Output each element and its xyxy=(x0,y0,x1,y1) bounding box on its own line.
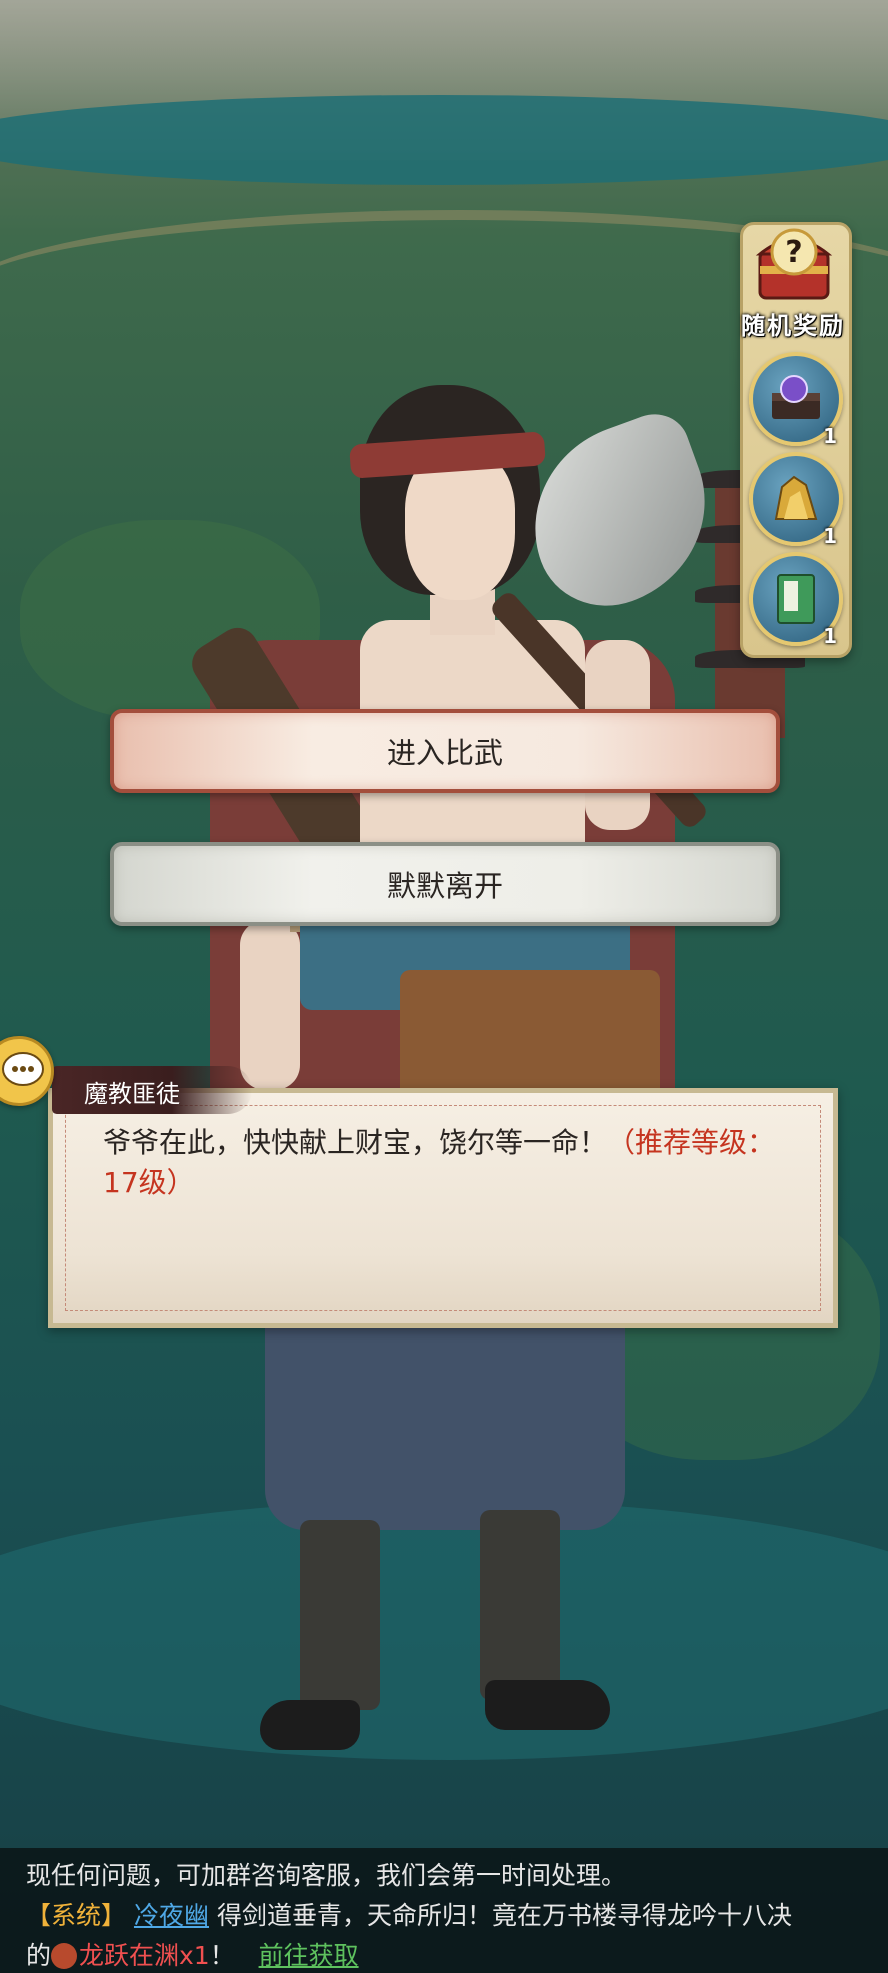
broadcast-prefix: 的 xyxy=(26,1941,52,1970)
system-tag: 【系统】 xyxy=(26,1901,127,1930)
svg-text:?: ? xyxy=(785,235,802,270)
item-mini-icon xyxy=(51,1943,78,1969)
broadcast-text: 得剑道垂青，天命所归！竟在万书楼寻得龙吟十八决 xyxy=(216,1901,792,1930)
enter-duel-button[interactable]: 进入比武 xyxy=(110,709,780,793)
dialog-box[interactable]: 爷爷在此，快快献上财宝，饶尔等一命！（推荐等级：17级） xyxy=(48,1088,838,1328)
reward-panel-title: 随机奖励 xyxy=(741,312,845,340)
system-broadcast-line-2: 的龙跃在渊x1！ 前往获取 xyxy=(26,1936,359,1972)
chat-bubble-icon xyxy=(2,1052,44,1086)
game-scene: ? 随机奖励 1 1 1 进入比武 默默离开 爷爷在此，快快献上财宝，饶尔等一命… xyxy=(0,0,888,1973)
item-name[interactable]: 龙跃在渊x1 xyxy=(79,1941,210,1970)
reward-item-orb-chest[interactable]: 1 xyxy=(749,352,843,448)
reward-item-book[interactable]: 1 xyxy=(749,552,843,648)
reward-item-gold-ore[interactable]: 1 xyxy=(749,452,843,548)
leave-quietly-button[interactable]: 默默离开 xyxy=(110,842,780,926)
mystery-chest-icon[interactable]: ? xyxy=(752,222,836,306)
player-name-link[interactable]: 冷夜幽 xyxy=(134,1901,209,1930)
chat-button[interactable] xyxy=(0,1036,54,1106)
reward-count: 1 xyxy=(823,624,837,648)
system-notice-line: 现任何问题，可加群咨询客服，我们会第一时间处理。 xyxy=(26,1861,627,1890)
reward-count: 1 xyxy=(823,524,837,548)
system-message-bar: 现任何问题，可加群咨询客服，我们会第一时间处理。 【系统】 冷夜幽 得剑道垂青，… xyxy=(0,1848,888,1973)
green-book-icon xyxy=(777,574,815,624)
speaker-name: 魔教匪徒 xyxy=(84,1080,180,1108)
gold-ore-icon xyxy=(774,475,818,520)
system-broadcast-line: 【系统】 冷夜幽 得剑道垂青，天命所归！竟在万书楼寻得龙吟十八决 xyxy=(26,1896,792,1932)
broadcast-exclaim: ！ xyxy=(209,1941,235,1970)
treasure-chest-orb-icon xyxy=(772,375,820,419)
go-obtain-link[interactable]: 前往获取 xyxy=(259,1941,359,1970)
reward-count: 1 xyxy=(823,424,837,448)
dialog-line: 爷爷在此，快快献上财宝，饶尔等一命！ xyxy=(103,1126,608,1159)
dialog-text: 爷爷在此，快快献上财宝，饶尔等一命！（推荐等级：17级） xyxy=(103,1123,793,1203)
